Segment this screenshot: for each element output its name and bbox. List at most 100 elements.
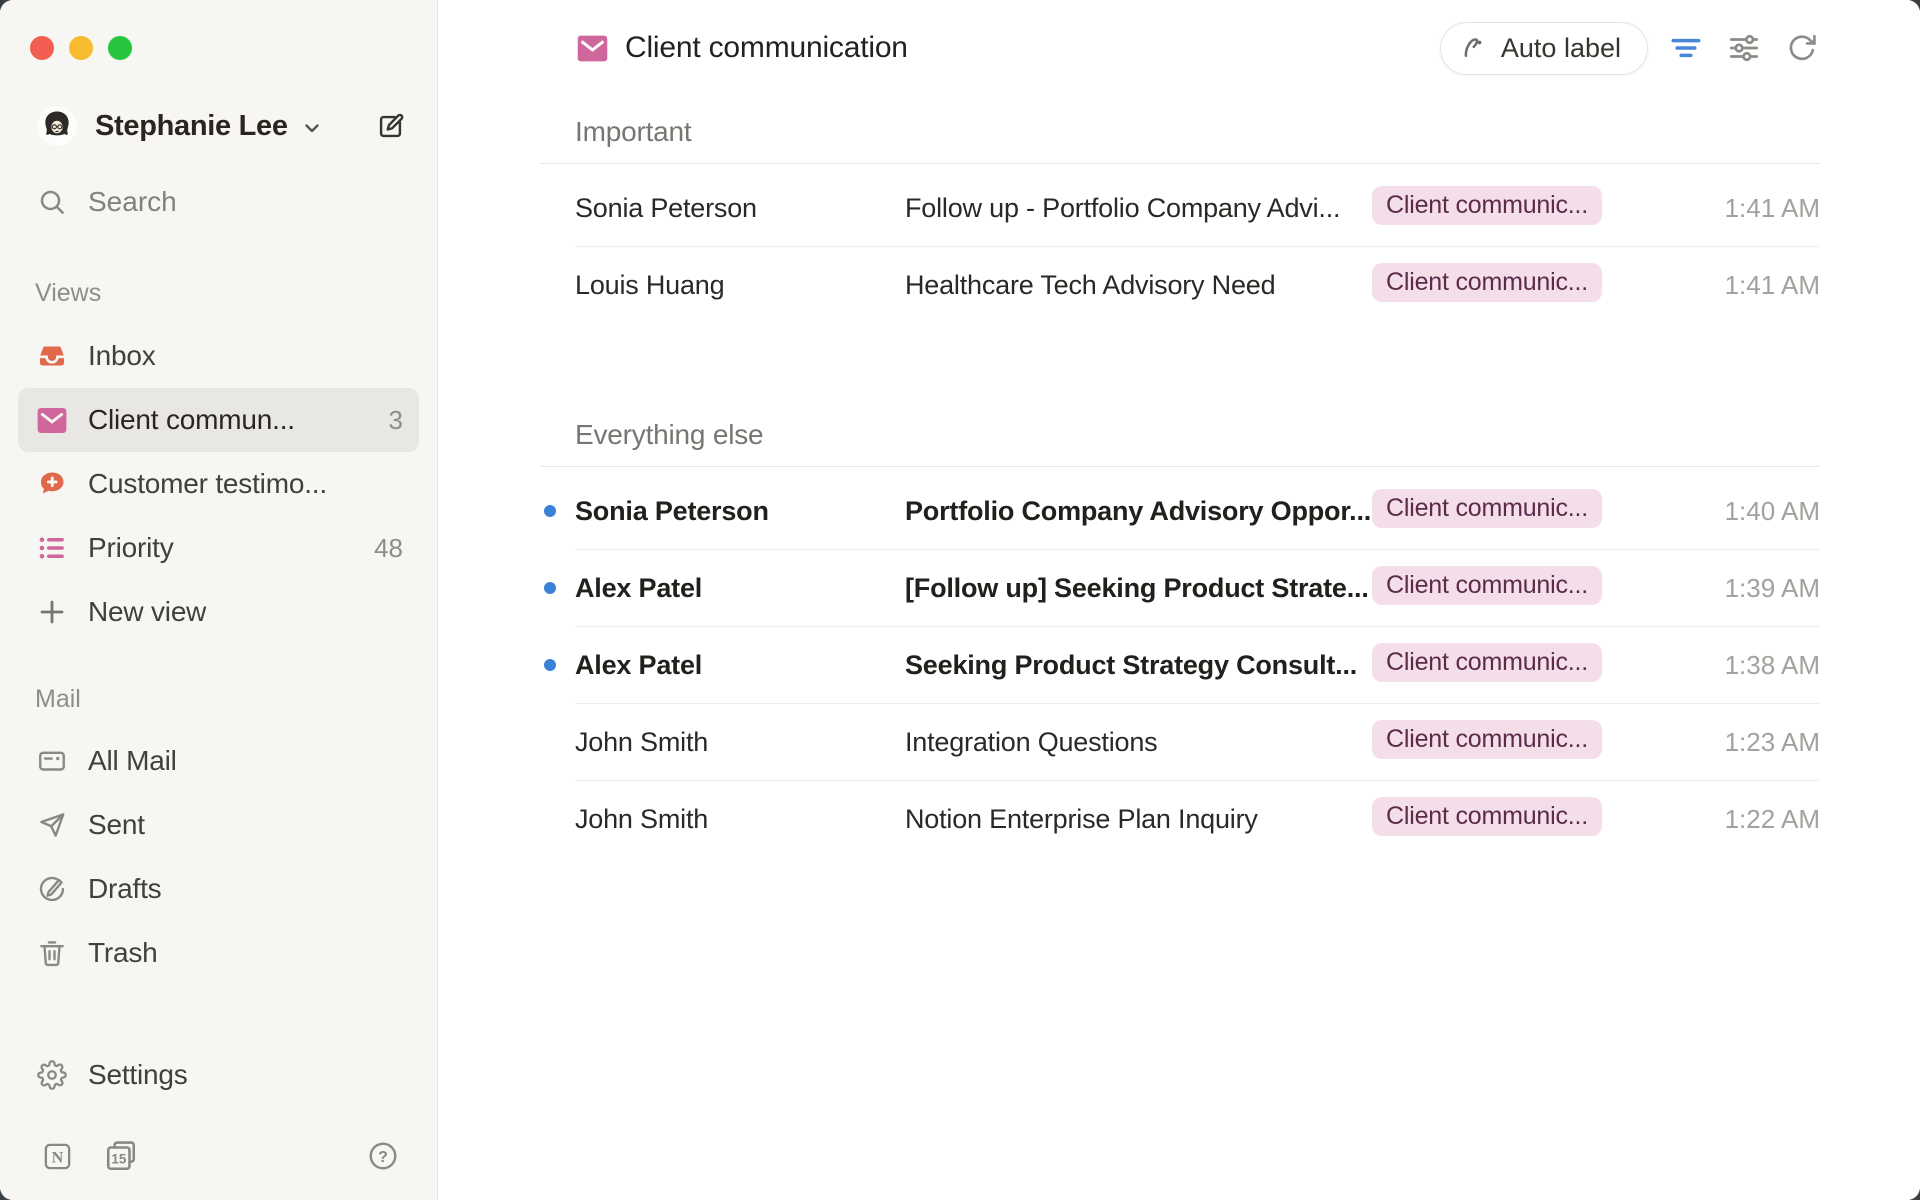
email-list: Important Sonia Peterson Follow up - Por…: [438, 96, 1920, 1200]
search-button[interactable]: Search: [0, 174, 437, 230]
unread-dot: [544, 505, 556, 517]
sidebar-item-label: Client commun...: [88, 404, 295, 436]
email-subject: Integration Questions: [905, 727, 1372, 758]
sidebar-item-client-communication[interactable]: Client commun... 3: [18, 388, 419, 452]
view-envelope-icon: [577, 35, 608, 62]
unread-dot: [544, 582, 556, 594]
email-row[interactable]: Sonia Peterson Follow up - Portfolio Com…: [540, 170, 1820, 246]
section-divider: [540, 466, 1820, 467]
email-subject: Follow up - Portfolio Company Advi...: [905, 193, 1372, 224]
priority-list-icon: [37, 533, 67, 563]
sidebar-item-customer-testimonials[interactable]: Customer testimo...: [18, 452, 419, 516]
main-panel: Client communication Auto label: [438, 0, 1920, 1200]
refresh-icon[interactable]: [1782, 28, 1822, 68]
sidebar-item-label: Priority: [88, 532, 174, 564]
sidebar-item-label: Trash: [88, 937, 158, 969]
sidebar-item-all-mail[interactable]: All Mail: [18, 729, 419, 793]
important-rows: Sonia Peterson Follow up - Portfolio Com…: [540, 170, 1820, 323]
search-icon: [37, 187, 67, 217]
email-sender: Alex Patel: [575, 573, 905, 604]
avatar: [37, 106, 77, 146]
page-title: Client communication: [625, 31, 908, 65]
testimonial-bubble-icon: [37, 469, 67, 499]
sidebar-item-label: New view: [88, 596, 206, 628]
email-row[interactable]: Alex Patel Seeking Product Strategy Cons…: [540, 627, 1820, 703]
sidebar-item-label: Inbox: [88, 340, 156, 372]
email-subject: Portfolio Company Advisory Oppor...: [905, 496, 1372, 527]
sidebar-item-new-view[interactable]: New view: [18, 580, 419, 644]
email-time: 1:40 AM: [1615, 496, 1820, 527]
mail-nav-group: All Mail Sent Drafts: [0, 729, 437, 985]
svg-text:15: 15: [111, 1151, 126, 1166]
auto-label-sparkle-icon: [1459, 33, 1489, 63]
label-chip[interactable]: Client communic...: [1372, 566, 1602, 605]
email-time: 1:23 AM: [1615, 727, 1820, 758]
label-chip[interactable]: Client communic...: [1372, 643, 1602, 682]
section-title-important: Important: [540, 116, 1820, 148]
label-chip[interactable]: Client communic...: [1372, 263, 1602, 302]
auto-label-button[interactable]: Auto label: [1440, 22, 1648, 75]
everything-else-rows: Sonia Peterson Portfolio Company Advisor…: [540, 473, 1820, 857]
sidebar: Stephanie Lee Search Views: [0, 0, 438, 1200]
compose-icon[interactable]: [375, 111, 405, 141]
email-time: 1:41 AM: [1615, 270, 1820, 301]
sidebar-section-views: Views: [35, 280, 437, 306]
email-sender: John Smith: [575, 727, 905, 758]
sidebar-item-label: Customer testimo...: [88, 468, 327, 500]
email-row[interactable]: John Smith Integration Questions Client …: [540, 704, 1820, 780]
notion-logo-icon[interactable]: N: [42, 1141, 73, 1172]
section-title-everything-else: Everything else: [540, 419, 1820, 451]
label-chip[interactable]: Client communic...: [1372, 489, 1602, 528]
inbox-icon: [37, 341, 67, 371]
close-window-button[interactable]: [30, 36, 54, 60]
email-subject: Notion Enterprise Plan Inquiry: [905, 804, 1372, 835]
sidebar-item-drafts[interactable]: Drafts: [18, 857, 419, 921]
sidebar-item-trash[interactable]: Trash: [18, 921, 419, 985]
section-divider: [540, 163, 1820, 164]
plus-icon: [37, 597, 67, 627]
calendar-icon[interactable]: 15: [104, 1139, 138, 1173]
chevron-down-icon[interactable]: [300, 116, 324, 140]
email-sender: Sonia Peterson: [575, 496, 905, 527]
email-row[interactable]: Louis Huang Healthcare Tech Advisory Nee…: [540, 247, 1820, 323]
sidebar-item-label: Sent: [88, 809, 145, 841]
gear-icon: [37, 1060, 67, 1090]
unread-count-badge: 3: [379, 405, 403, 436]
sent-icon: [37, 810, 67, 840]
sidebar-footer: N 15 ?: [0, 1134, 437, 1178]
sidebar-item-sent[interactable]: Sent: [18, 793, 419, 857]
email-time: 1:41 AM: [1615, 193, 1820, 224]
svg-text:N: N: [52, 1149, 64, 1166]
help-icon[interactable]: ?: [367, 1140, 399, 1172]
sidebar-item-priority[interactable]: Priority 48: [18, 516, 419, 580]
unread-dot: [544, 659, 556, 671]
email-row[interactable]: John Smith Notion Enterprise Plan Inquir…: [540, 781, 1820, 857]
sidebar-item-settings[interactable]: Settings: [18, 1043, 419, 1107]
sidebar-spacer: [0, 985, 437, 1043]
profile-name: Stephanie Lee: [95, 110, 288, 143]
display-settings-sliders-icon[interactable]: [1724, 28, 1764, 68]
email-subject: Healthcare Tech Advisory Need: [905, 270, 1372, 301]
email-row[interactable]: Alex Patel [Follow up] Seeking Product S…: [540, 550, 1820, 626]
account-switcher[interactable]: Stephanie Lee: [0, 102, 437, 150]
minimize-window-button[interactable]: [69, 36, 93, 60]
label-chip[interactable]: Client communic...: [1372, 720, 1602, 759]
priority-count-badge: 48: [364, 533, 403, 564]
app-window: Stephanie Lee Search Views: [0, 0, 1920, 1200]
label-chip[interactable]: Client communic...: [1372, 186, 1602, 225]
email-sender: Sonia Peterson: [575, 193, 905, 224]
sidebar-item-inbox[interactable]: Inbox: [18, 324, 419, 388]
envelope-icon: [37, 405, 67, 435]
sidebar-item-label: Settings: [88, 1059, 188, 1091]
view-title-group: Client communication: [577, 31, 908, 65]
label-chip[interactable]: Client communic...: [1372, 797, 1602, 836]
email-time: 1:39 AM: [1615, 573, 1820, 604]
filter-icon[interactable]: [1666, 28, 1706, 68]
zoom-window-button[interactable]: [108, 36, 132, 60]
sidebar-item-label: Drafts: [88, 873, 161, 905]
email-row[interactable]: Sonia Peterson Portfolio Company Advisor…: [540, 473, 1820, 549]
email-sender: Louis Huang: [575, 270, 905, 301]
view-header: Client communication Auto label: [438, 0, 1920, 96]
email-subject: Seeking Product Strategy Consult...: [905, 650, 1372, 681]
trash-icon: [37, 938, 67, 968]
